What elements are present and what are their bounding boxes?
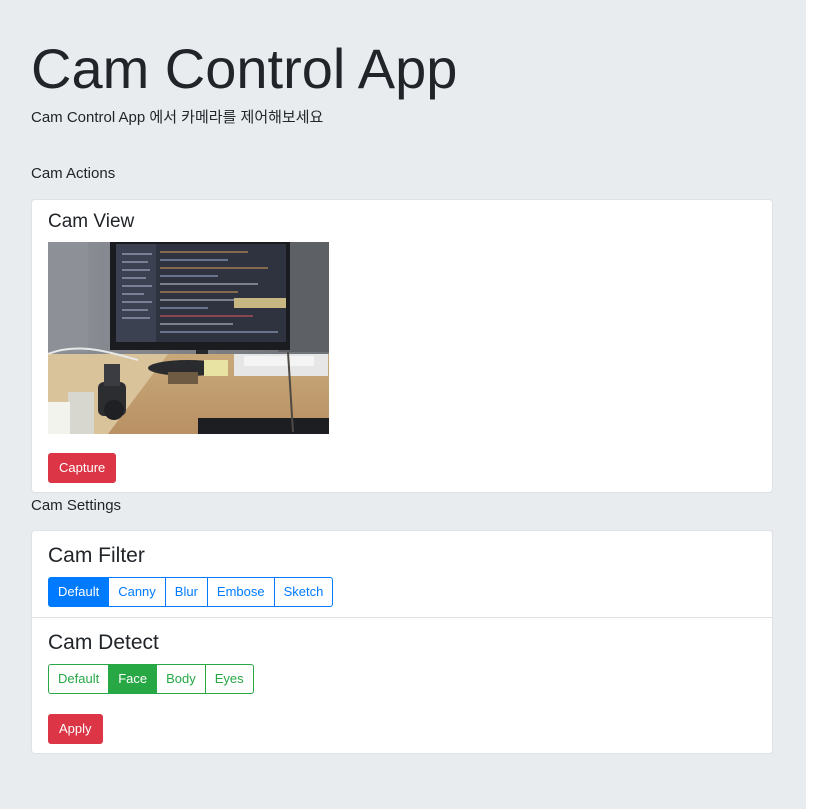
filter-option-blur[interactable]: Blur — [164, 577, 208, 607]
cam-detect-options: Default Face Body Eyes — [48, 664, 254, 694]
filter-option-canny[interactable]: Canny — [108, 577, 166, 607]
apply-button[interactable]: Apply — [48, 714, 103, 744]
camera-preview-image — [48, 242, 329, 434]
detect-option-eyes[interactable]: Eyes — [204, 664, 254, 694]
filter-option-default[interactable]: Default — [48, 577, 110, 607]
settings-divider — [32, 617, 772, 618]
cam-filter-options: Default Canny Blur Embose Sketch — [48, 577, 334, 607]
cam-settings-label: Cam Settings — [31, 497, 122, 514]
capture-button[interactable]: Capture — [48, 453, 117, 483]
cam-detect-title: Cam Detect — [48, 631, 159, 654]
page-title: Cam Control App — [31, 37, 458, 100]
filter-option-sketch[interactable]: Sketch — [273, 577, 334, 607]
detect-option-body[interactable]: Body — [156, 664, 206, 694]
cam-view-card: Cam View Capture — [31, 199, 773, 493]
page: Cam Control App Cam Control App 에서 카메라를 … — [0, 0, 806, 809]
camera-preview-graphic — [48, 242, 329, 434]
cam-filter-title: Cam Filter — [48, 544, 145, 567]
cam-settings-card: Cam Filter Default Canny Blur Embose Ske… — [31, 530, 773, 754]
cam-view-title: Cam View — [48, 211, 135, 232]
cam-actions-label: Cam Actions — [31, 165, 116, 182]
filter-option-embose[interactable]: Embose — [206, 577, 275, 607]
page-subtitle: Cam Control App 에서 카메라를 제어해보세요 — [31, 109, 324, 126]
detect-option-face[interactable]: Face — [108, 664, 158, 694]
detect-option-default[interactable]: Default — [48, 664, 110, 694]
